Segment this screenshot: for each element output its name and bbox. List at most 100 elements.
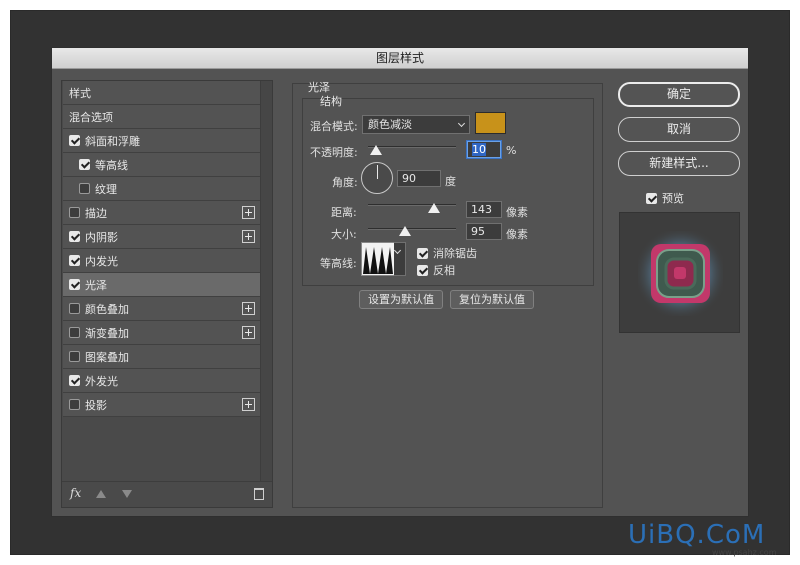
style-checkbox[interactable] [69,351,80,362]
style-checkbox[interactable] [69,399,80,410]
new-style-button[interactable]: 新建样式... [618,151,740,176]
distance-value: 143 [471,203,492,216]
trash-icon[interactable] [254,488,264,500]
style-checkbox[interactable] [69,327,80,338]
reset-default-button[interactable]: 复位为默认值 [450,290,534,309]
style-row-label: 光泽 [85,278,107,292]
move-down-icon[interactable] [122,490,132,498]
style-row-label: 图案叠加 [85,350,129,364]
style-checkbox[interactable] [69,279,80,290]
style-row[interactable]: 描边 [63,201,260,225]
structure-group-title: 结构 [320,95,342,108]
blend-mode-label: 混合模式: [310,120,358,133]
anti-alias-label: 消除锯齿 [433,247,477,260]
style-row[interactable]: 纹理 [63,177,260,201]
add-effect-icon[interactable] [242,326,255,339]
styles-header-label: 样式 [69,86,91,100]
style-row[interactable]: 渐变叠加 [63,321,260,345]
styles-header[interactable]: 样式 [63,81,260,105]
add-effect-icon[interactable] [242,398,255,411]
anti-alias-option[interactable]: 消除锯齿 [417,245,477,261]
add-effect-icon[interactable] [242,230,255,243]
opacity-input[interactable]: 10 [467,141,501,158]
style-row-label: 斜面和浮雕 [85,134,140,148]
opacity-value: 10 [472,143,486,156]
style-row-label: 纹理 [95,182,117,196]
style-row-label: 混合选项 [69,110,113,124]
angle-label: 角度: [332,176,358,189]
style-row[interactable]: 混合选项 [63,105,260,129]
style-row-label: 内发光 [85,254,118,268]
move-up-icon[interactable] [96,490,106,498]
style-row[interactable]: 投影 [63,393,260,417]
satin-color-swatch[interactable] [475,112,506,134]
blend-mode-value: 颜色减淡 [368,118,412,131]
style-preview [619,212,740,333]
angle-dial[interactable] [361,162,393,194]
angle-value: 90 [402,172,416,185]
size-value: 95 [471,225,485,238]
style-checkbox[interactable] [79,183,90,194]
invert-checkbox[interactable] [417,264,428,276]
style-checkbox[interactable] [69,375,80,386]
style-checkbox[interactable] [69,207,80,218]
style-row-label: 描边 [85,206,107,220]
style-row[interactable]: 光泽 [63,273,260,297]
watermark-url: www.psahz.com [712,548,777,557]
opacity-unit: % [506,144,517,157]
style-checkbox[interactable] [69,255,80,266]
style-row[interactable]: 外发光 [63,369,260,393]
contour-picker[interactable] [361,242,395,276]
styles-footer: fx [62,481,272,507]
distance-slider[interactable] [368,204,456,206]
size-input[interactable]: 95 [466,223,502,240]
set-default-button[interactable]: 设置为默认值 [359,290,443,309]
style-row-label: 等高线 [95,158,128,172]
anti-alias-checkbox[interactable] [417,247,428,259]
distance-label: 距离: [331,206,357,219]
style-row-label: 外发光 [85,374,118,388]
angle-needle [377,165,378,179]
styles-scrollbar[interactable] [260,81,272,483]
styles-list: 样式 混合选项斜面和浮雕等高线纹理描边内阴影内发光光泽颜色叠加渐变叠加图案叠加外… [61,80,273,508]
size-label: 大小: [331,228,357,241]
preview-label: 预览 [662,192,684,205]
angle-input[interactable]: 90 [397,170,441,187]
dialog-title: 图层样式 [52,48,748,69]
style-row[interactable]: 内阴影 [63,225,260,249]
contour-label: 等高线: [320,257,357,270]
style-row[interactable]: 图案叠加 [63,345,260,369]
style-checkbox[interactable] [69,303,80,314]
blend-mode-select[interactable]: 颜色减淡 [362,115,470,134]
layer-style-dialog: 图层样式 样式 混合选项斜面和浮雕等高线纹理描边内阴影内发光光泽颜色叠加渐变叠加… [51,47,749,517]
preview-checkbox[interactable] [646,192,657,204]
invert-label: 反相 [433,264,455,277]
style-row-label: 投影 [85,398,107,412]
preview-thumbnail [638,231,723,316]
distance-slider-thumb[interactable] [428,203,440,213]
style-checkbox[interactable] [79,159,90,170]
add-effect-icon[interactable] [242,302,255,315]
fx-icon[interactable]: fx [70,486,81,500]
style-checkbox[interactable] [69,231,80,242]
ok-button[interactable]: 确定 [618,82,740,107]
style-row[interactable]: 斜面和浮雕 [63,129,260,153]
invert-option[interactable]: 反相 [417,262,455,278]
cancel-button[interactable]: 取消 [618,117,740,142]
size-slider[interactable] [368,228,456,230]
distance-input[interactable]: 143 [466,201,502,218]
style-row[interactable]: 内发光 [63,249,260,273]
style-row-label: 颜色叠加 [85,302,129,316]
preview-option[interactable]: 预览 [646,190,684,206]
style-row[interactable]: 等高线 [63,153,260,177]
style-checkbox[interactable] [69,135,80,146]
size-slider-thumb[interactable] [399,226,411,236]
contour-curve-icon [363,247,393,274]
contour-dropdown[interactable] [394,242,406,276]
opacity-slider-thumb[interactable] [370,145,382,155]
add-effect-icon[interactable] [242,206,255,219]
angle-unit: 度 [445,175,456,188]
size-unit: 像素 [506,228,528,241]
watermark-logo: UiBQ.CoM [628,520,766,550]
style-row[interactable]: 颜色叠加 [63,297,260,321]
